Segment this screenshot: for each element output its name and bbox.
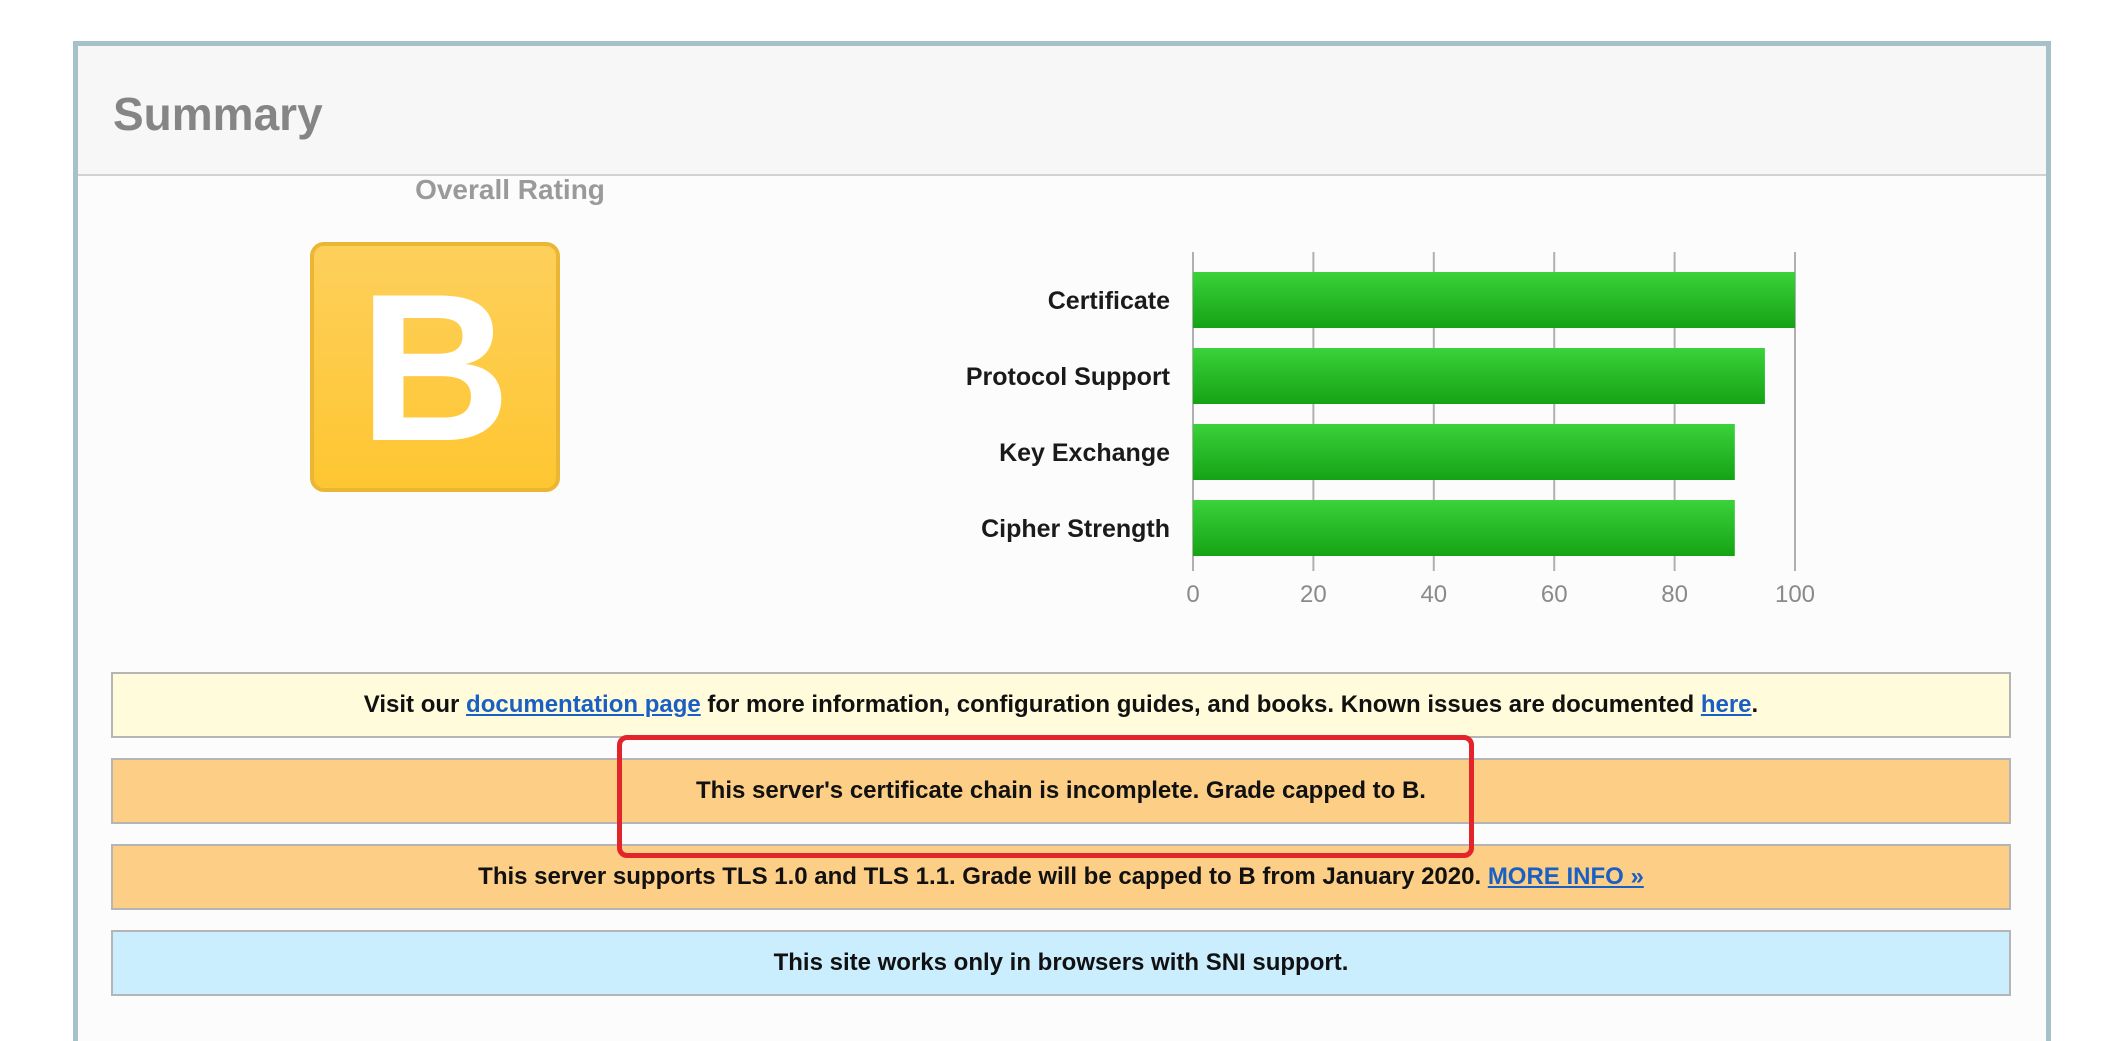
x-tick-label: 100 — [1775, 581, 1815, 608]
overall-rating-label: Overall Rating — [415, 174, 605, 205]
sni-notice-text: This site works only in browsers with SN… — [773, 949, 1349, 976]
bar-certificate — [1193, 272, 1795, 328]
documentation-notice: Visit our documentation page for more in… — [111, 672, 2011, 738]
tls-deprecation-warning: This server supports TLS 1.0 and TLS 1.1… — [111, 844, 2011, 910]
sni-support-notice: This site works only in browsers with SN… — [111, 930, 2011, 996]
docs-notice-suffix: . — [1751, 691, 1759, 718]
chain-incomplete-warning: This server's certificate chain is incom… — [111, 758, 2011, 824]
category-label: Protocol Support — [966, 363, 1171, 391]
chain-warning-text: This server's certificate chain is incom… — [696, 777, 1426, 804]
x-tick-label: 40 — [1420, 581, 1447, 608]
more-info-link[interactable]: MORE INFO » — [1488, 863, 1644, 890]
grade-badge: B — [310, 242, 560, 492]
bar-key-exchange — [1193, 424, 1735, 480]
bar-cipher-strength — [1193, 500, 1735, 556]
category-label: Certificate — [1048, 287, 1170, 315]
category-label: Key Exchange — [999, 439, 1170, 467]
panel-header: Summary — [78, 46, 2046, 176]
tls-warning-text: This server supports TLS 1.0 and TLS 1.1… — [478, 863, 1488, 890]
x-tick-label: 60 — [1541, 581, 1568, 608]
x-tick-label: 80 — [1661, 581, 1688, 608]
bar-protocol-support — [1193, 348, 1765, 404]
docs-notice-prefix: Visit our — [363, 691, 467, 718]
category-label: Cipher Strength — [981, 515, 1170, 543]
known-issues-link[interactable]: here — [1701, 691, 1752, 718]
docs-notice-middle: for more information, configuration guid… — [700, 691, 1701, 718]
x-tick-label: 20 — [1300, 581, 1327, 608]
x-tick-label: 0 — [1186, 581, 1199, 608]
documentation-page-link[interactable]: documentation page — [466, 691, 701, 718]
page-title: Summary — [113, 88, 323, 140]
